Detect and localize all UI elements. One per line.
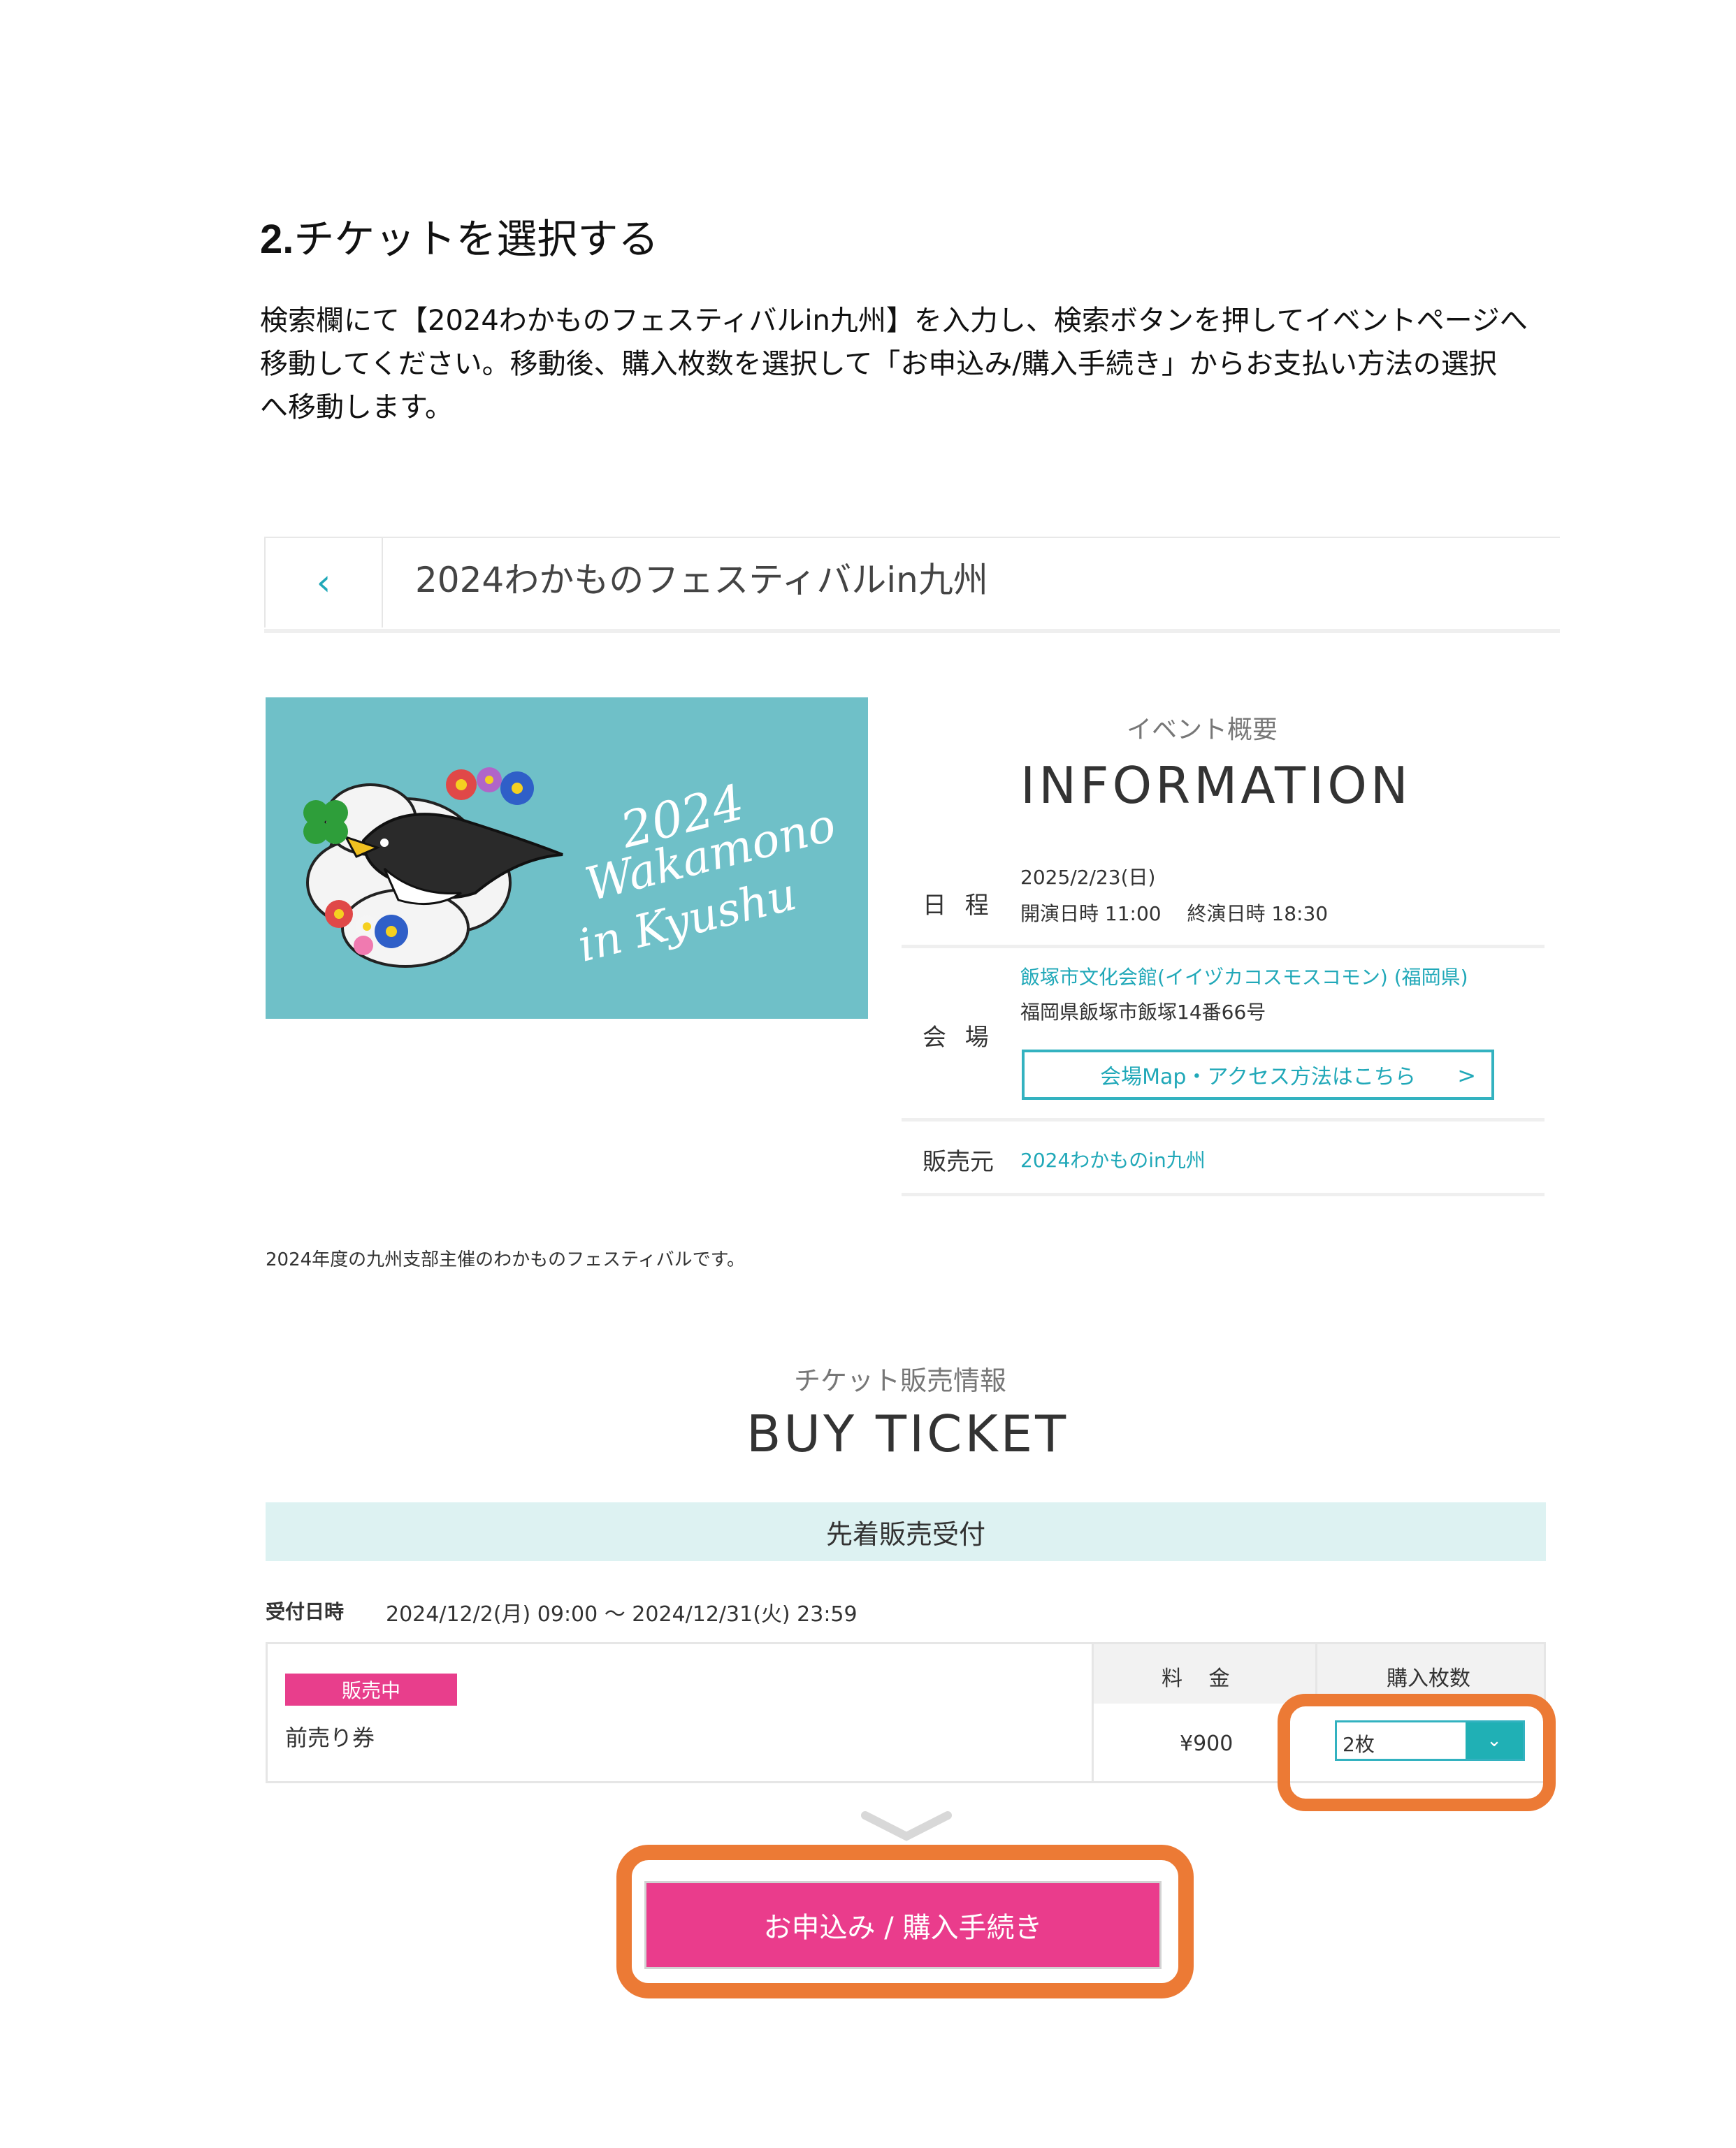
seller-row: 販売元 2024わかものin九州 [902,1122,1545,1196]
step-title: 2.チケットを選択する [260,206,658,265]
schedule-times: 開演日時 11:00 終演日時 18:30 [1020,902,1329,925]
instruction-line: へ移動します。 [260,391,453,423]
event-description: 2024年度の九州支部主催のわかものフェスティバルです。 [266,1249,746,1270]
venue-label: 会 場 [923,1024,994,1052]
apply-purchase-button[interactable]: お申込み / 購入手続き [644,1881,1162,1969]
period-value: 2024/12/2(月) 09:00 ～ 2024/12/31(火) 23:59 [386,1602,858,1627]
info-heading: INFORMATION [1020,756,1412,815]
access-button-label: 会場Map・アクセス方法はこちら [1100,1065,1416,1089]
ticket-kicker: チケット販売情報 [794,1365,1007,1396]
schedule-date: 2025/2/23(日) [1020,866,1156,889]
instruction-text: 検索欄にて【2024わかものフェスティバルin九州】を入力し、検索ボタンを押して… [260,299,1532,429]
ticket-name: 前売り券 [285,1725,375,1751]
status-badge: 販売中 [285,1674,457,1706]
chevron-left-icon: ‹ [316,562,331,604]
schedule-row: 日 程 2025/2/23(日) 開演日時 11:00 終演日時 18:30 [902,852,1545,948]
scroll-chevron-down-icon [861,1811,952,1841]
quantity-highlight-frame [1278,1694,1556,1811]
step-title-text: チケットを選択する [294,215,659,263]
column-divider [1092,1642,1094,1783]
ticket-heading: BUY TICKET [746,1405,1069,1463]
access-map-button[interactable]: 会場Map・アクセス方法はこちら > [1022,1050,1494,1100]
step-number: 2. [260,217,294,262]
instruction-line: 移動してください。移動後、購入枚数を選択して「お申込み/購入手続き」からお支払い… [260,348,1497,380]
back-button[interactable]: ‹ [264,538,383,627]
venue-name-link[interactable]: 飯塚市文化会館(イイヅカコスモスコモン) (福岡県) [1020,962,1468,990]
venue-address: 福岡県飯塚市飯塚14番66号 [1020,1001,1266,1024]
ticket-price: ¥900 [1180,1732,1234,1756]
info-kicker: イベント概要 [1127,716,1278,744]
chevron-right-icon: > [1457,1062,1476,1089]
price-header: 料 金 [1162,1667,1240,1691]
qty-header: 購入枚数 [1387,1667,1470,1691]
seller-label: 販売元 [923,1148,994,1176]
schedule-label: 日 程 [923,892,994,920]
sale-type-band: 先着販売受付 [266,1502,1546,1561]
event-title: 2024わかものフェスティバルin九州 [415,560,988,600]
seller-link[interactable]: 2024わかものin九州 [1020,1145,1206,1173]
instruction-line: 検索欄にて【2024わかものフェスティバルin九州】を入力し、検索ボタンを押して… [260,305,1528,337]
period-label: 受付日時 [266,1600,345,1623]
